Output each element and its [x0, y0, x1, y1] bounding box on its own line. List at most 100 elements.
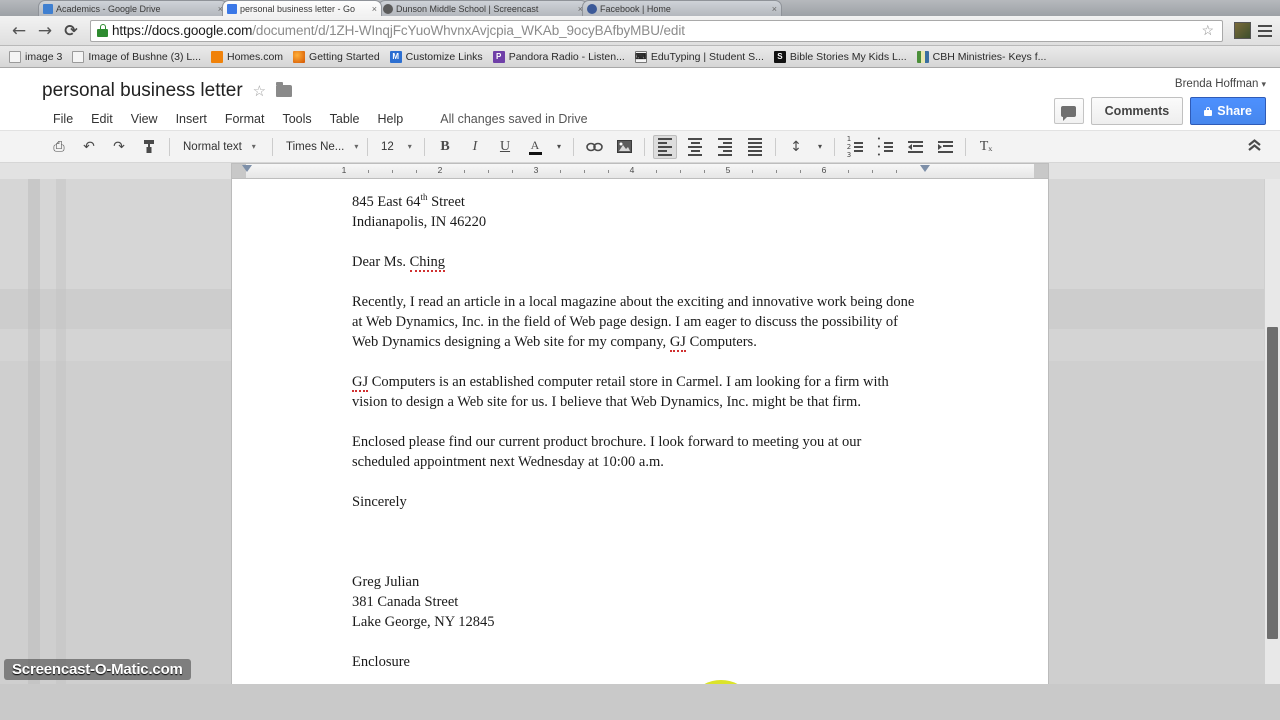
document-body[interactable]: 845 East 64th Street Indianapolis, IN 46…	[232, 187, 1048, 684]
line-spacing-button[interactable]: ↕	[784, 135, 808, 159]
browser-tab[interactable]: Academics - Google Drive ×	[38, 0, 228, 16]
document-canvas: 845 East 64th Street Indianapolis, IN 46…	[0, 179, 1280, 684]
indent-increase-button[interactable]	[933, 135, 957, 159]
page-title[interactable]: personal business letter	[42, 80, 243, 102]
bookmark-item[interactable]: image 3	[4, 48, 67, 66]
browser-menu-icon[interactable]	[1256, 24, 1274, 37]
menu-insert[interactable]: Insert	[167, 110, 216, 128]
bookmark-item[interactable]: Getting Started	[288, 48, 385, 66]
underline-button[interactable]: U	[493, 135, 517, 159]
forward-icon[interactable]: →	[32, 18, 58, 44]
align-center-button[interactable]	[683, 135, 707, 159]
bookmark-item[interactable]: M Customize Links	[385, 48, 488, 66]
bookmark-item[interactable]: S Bible Stories My Kids L...	[769, 48, 912, 66]
clear-formatting-button[interactable]: Tₓ	[974, 135, 998, 159]
page-icon	[9, 50, 21, 63]
comments-button[interactable]: Comments	[1090, 97, 1184, 125]
document-ruler[interactable]: 1 2 3 4 5 6	[231, 163, 1049, 179]
close-icon[interactable]: ×	[372, 4, 377, 14]
doc-text: Street	[427, 193, 465, 210]
star-icon[interactable]: ☆	[253, 82, 266, 100]
bookmark-item[interactable]: ⌨ EduTyping | Student S...	[630, 48, 769, 66]
bulleted-list-button[interactable]: • • •	[873, 135, 897, 159]
toolbar-separator	[965, 137, 966, 156]
doc-spacer	[352, 232, 948, 252]
share-button[interactable]: Share	[1190, 97, 1266, 125]
chevron-down-icon[interactable]: ▾	[1261, 79, 1266, 89]
browser-tab[interactable]: Dunson Middle School | Screencast ×	[378, 0, 588, 16]
lock-icon	[97, 24, 108, 37]
italic-button[interactable]: I	[463, 135, 487, 159]
ruler-tick	[776, 170, 777, 173]
align-right-button[interactable]	[713, 135, 737, 159]
doc-line: Greg Julian	[352, 573, 420, 590]
indent-decrease-button[interactable]	[903, 135, 927, 159]
text-color-dropdown-icon[interactable]: ▾	[553, 135, 565, 159]
menu-tools[interactable]: Tools	[273, 110, 320, 128]
account-name[interactable]: Brenda Hoffman	[1175, 78, 1259, 90]
browser-tab[interactable]: Facebook | Home ×	[582, 0, 782, 16]
document-page[interactable]: 845 East 64th Street Indianapolis, IN 46…	[231, 179, 1049, 684]
paragraph-style-select[interactable]: Normal text ▾	[175, 136, 267, 158]
numbered-list-button[interactable]: 123	[843, 135, 867, 159]
left-indent-marker[interactable]	[242, 165, 252, 172]
tab-favicon	[587, 3, 597, 14]
text-color-button[interactable]: A	[523, 135, 547, 159]
redo-icon[interactable]: ↷	[107, 135, 131, 159]
toolbar-separator	[573, 137, 574, 156]
folder-icon[interactable]	[276, 82, 293, 97]
font-family-value: Times Ne...	[286, 140, 345, 153]
bookmark-star-icon[interactable]: ☆	[1197, 22, 1218, 39]
tab-strip: Academics - Google Drive × personal busi…	[0, 0, 1280, 16]
toolbar-separator	[272, 137, 273, 156]
line-spacing-dropdown-icon[interactable]: ▾	[814, 135, 826, 159]
extension-icon[interactable]	[1234, 22, 1251, 39]
scrollbar-thumb[interactable]	[1267, 327, 1278, 639]
insert-link-icon[interactable]	[582, 135, 606, 159]
menu-format[interactable]: Format	[216, 110, 274, 128]
insert-image-icon[interactable]	[612, 135, 636, 159]
bookmark-label: CBH Ministries- Keys f...	[932, 50, 1047, 63]
menu-view[interactable]: View	[122, 110, 167, 128]
address-bar[interactable]: https://docs.google.com/document/d/1ZH-W…	[90, 19, 1223, 42]
bookmark-item[interactable]: Homes.com	[206, 48, 288, 66]
bookmark-item[interactable]: CBH Ministries- Keys f...	[912, 48, 1052, 66]
right-indent-marker[interactable]	[920, 165, 930, 172]
reload-icon[interactable]: ⟳	[58, 18, 84, 44]
align-justify-button[interactable]	[743, 135, 767, 159]
doc-text: Dear Ms.	[352, 253, 410, 270]
doc-text: Web Dynamics designing a Web site for my…	[352, 333, 670, 350]
font-family-select[interactable]: Times Ne... ▾	[278, 136, 362, 158]
vertical-scrollbar[interactable]	[1264, 179, 1280, 684]
paint-format-icon[interactable]	[137, 135, 161, 159]
menu-edit[interactable]: Edit	[82, 110, 122, 128]
doc-line: GJ Computers is an established computer …	[352, 372, 948, 392]
menu-table[interactable]: Table	[321, 110, 369, 128]
bold-button[interactable]: B	[433, 135, 457, 159]
align-left-button[interactable]	[653, 134, 677, 159]
menu-help[interactable]: Help	[369, 110, 413, 128]
undo-icon[interactable]: ↶	[77, 135, 101, 159]
doc-spacer	[352, 272, 948, 292]
ruler-tick	[368, 170, 369, 173]
doc-line: at Web Dynamics, Inc. in the field of We…	[352, 313, 898, 330]
menu-file[interactable]: File	[44, 110, 82, 128]
ruler-number: 4	[629, 165, 635, 175]
ruler-tick	[560, 170, 561, 173]
font-size-select[interactable]: 12 ▾	[373, 136, 419, 158]
print-icon[interactable]: ⎙	[47, 135, 71, 159]
doc-spacer	[352, 632, 948, 652]
url-text: https://docs.google.com/document/d/1ZH-W…	[112, 23, 685, 38]
collapse-toolbar-icon[interactable]	[1247, 138, 1262, 156]
align-left-icon	[658, 137, 672, 156]
comment-bubble-icon[interactable]	[1053, 98, 1084, 124]
tab-title: personal business letter - Go	[240, 3, 356, 14]
bookmark-item[interactable]: Image of Bushne (3) L...	[67, 48, 206, 66]
align-center-icon	[688, 137, 702, 156]
doc-line: 381 Canada Street	[352, 593, 459, 610]
browser-tab-active[interactable]: personal business letter - Go ×	[222, 0, 382, 16]
close-icon[interactable]: ×	[772, 4, 777, 14]
back-icon[interactable]: ←	[6, 18, 32, 44]
doc-spacer	[352, 672, 948, 684]
bookmark-item[interactable]: P Pandora Radio - Listen...	[488, 48, 630, 66]
